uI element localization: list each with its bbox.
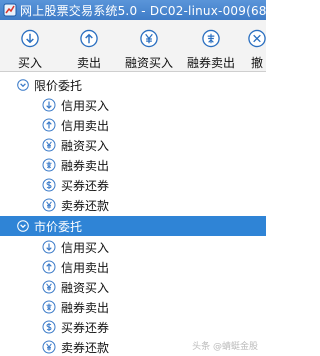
toolbar: 买入 卖出 融资买入 融券卖出 撤 [0,20,266,72]
yen-circle-icon [42,198,56,212]
chevron-collapse-icon [17,220,29,232]
dollar-circle-icon [42,178,56,192]
yen-circle-icon [140,29,158,48]
cancel-circle-icon [248,29,266,48]
sell-button[interactable]: 卖出 [60,20,118,71]
watermark-text: 头条 @蜻蜓金股 [192,342,258,352]
tree-item-label: 卖券还款 [61,340,110,355]
bond-circle-icon [202,29,220,48]
yen-circle-icon [42,280,56,294]
app-logo-icon [3,3,17,17]
tree-item-label: 信用卖出 [61,260,110,275]
arrow-up-circle-icon [80,29,98,48]
bond-circle-icon [42,158,56,172]
tree-item-buy-return-securities[interactable]: 买券还券 [0,317,266,337]
cancel-order-button[interactable]: 撤 [242,20,266,71]
sell-button-label: 卖出 [76,56,101,70]
tree-item-label: 融资买入 [61,138,110,153]
bond-circle-icon [42,300,56,314]
tree-item-label: 信用卖出 [61,118,110,133]
title-bar: 网上股票交易系统5.0 - DC02-linux-009(681 [0,0,266,20]
short-sell-button-label: 融券卖出 [186,56,235,70]
tree-group-limit-order[interactable]: 限价委托 [0,75,266,95]
tree-item-credit-sell[interactable]: 信用卖出 [0,115,266,135]
tree-item-short-sell[interactable]: 融券卖出 [0,297,266,317]
buy-button[interactable]: 买入 [0,20,60,71]
arrow-down-circle-icon [21,29,39,48]
watermark: 头条 @蜻蜓金股 [192,339,258,352]
tree-item-short-sell[interactable]: 融券卖出 [0,155,266,175]
arrow-up-circle-icon [42,118,56,132]
arrow-down-circle-icon [42,240,56,254]
yen-circle-icon [42,138,56,152]
arrow-down-circle-icon [42,98,56,112]
tree-item-sell-repay[interactable]: 卖券还款 [0,195,266,215]
dollar-circle-icon [42,320,56,334]
tree-item-label: 卖券还款 [61,198,110,213]
chevron-collapse-icon [17,79,29,91]
tree-group-market-order[interactable]: 市价委托 [0,216,266,236]
tree-item-credit-sell[interactable]: 信用卖出 [0,257,266,277]
tree-item-label: 信用买入 [61,98,110,113]
tree-item-credit-buy[interactable]: 信用买入 [0,95,266,115]
cancel-order-button-label: 撤 [250,56,263,70]
tree-item-label: 买券还券 [61,178,110,193]
yen-circle-icon [42,340,56,354]
window-title: 网上股票交易系统5.0 - DC02-linux-009(681 [20,3,266,18]
buy-button-label: 买入 [17,56,42,70]
tree-group-label: 市价委托 [34,219,83,234]
tree-item-credit-buy[interactable]: 信用买入 [0,237,266,257]
tree-item-label: 信用买入 [61,240,110,255]
tree-group-label: 限价委托 [34,78,83,93]
tree-item-margin-buy[interactable]: 融资买入 [0,277,266,297]
arrow-up-circle-icon [42,260,56,274]
tree-item-buy-return-securities[interactable]: 买券还券 [0,175,266,195]
tree-item-label: 融资买入 [61,280,110,295]
short-sell-button[interactable]: 融券卖出 [180,20,242,71]
margin-buy-button[interactable]: 融资买入 [118,20,180,71]
margin-buy-button-label: 融资买入 [124,56,173,70]
tree-item-label: 买券还券 [61,320,110,335]
tree-item-margin-buy[interactable]: 融资买入 [0,135,266,155]
tree-item-label: 融券卖出 [61,300,110,315]
tree-item-label: 融券卖出 [61,158,110,173]
order-tree: 限价委托 信用买入 信用卖出 融资买入 融券卖出 买券还券 卖券还款 市价委托 … [0,73,266,356]
